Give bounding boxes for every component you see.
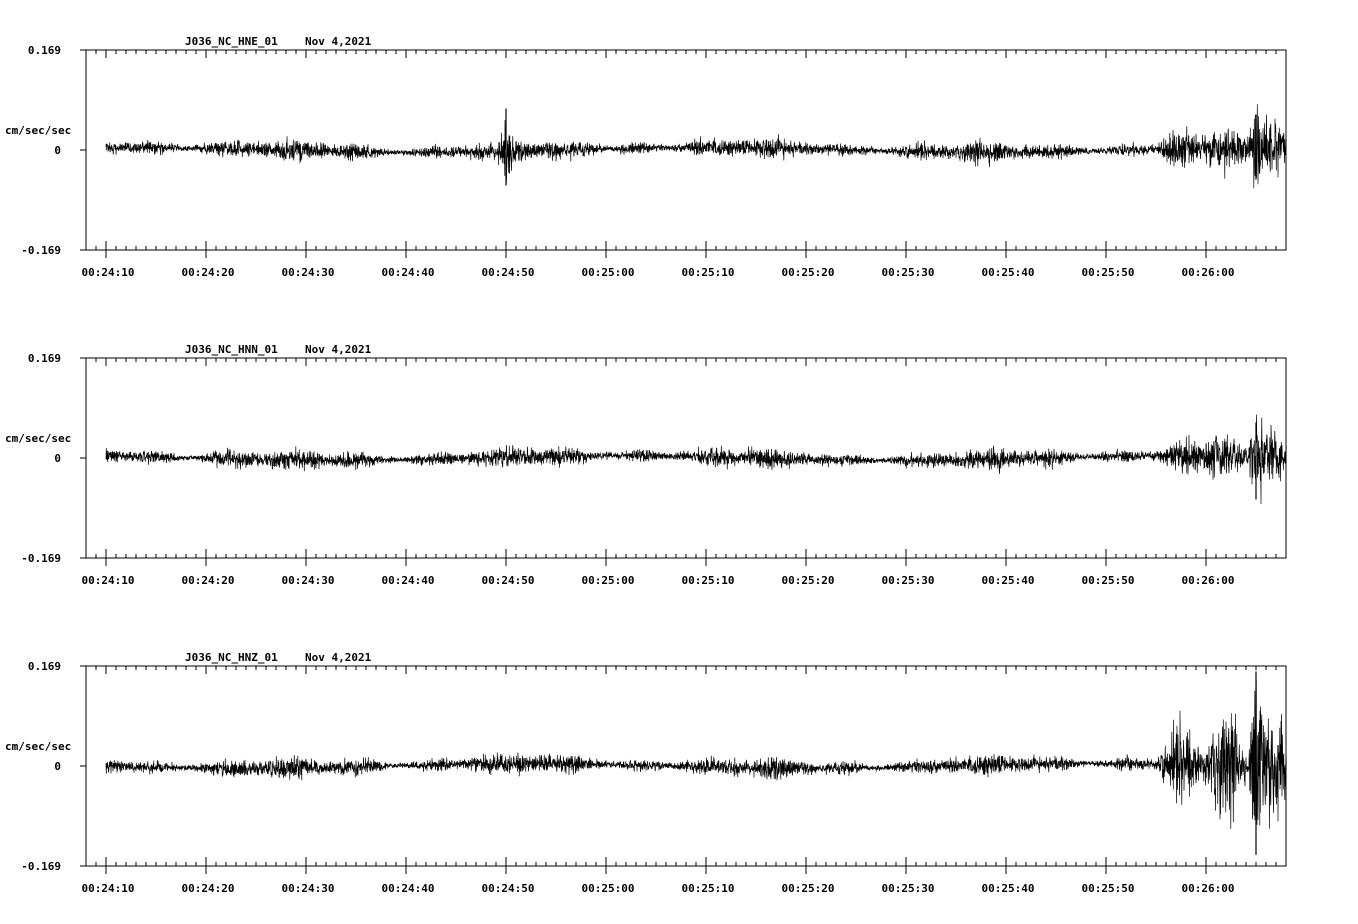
x-tick-label: 00:25:50 xyxy=(1082,882,1135,895)
y-tick-label: 0.169 xyxy=(28,352,61,365)
waveform-trace xyxy=(105,414,1287,504)
x-tick-label: 00:26:00 xyxy=(1182,266,1235,279)
x-tick-label: 00:24:20 xyxy=(182,574,235,587)
x-tick-label: 00:24:40 xyxy=(382,266,435,279)
x-tick-label: 00:24:40 xyxy=(382,574,435,587)
x-tick-label: 00:24:10 xyxy=(82,266,135,279)
panel-title: J036_NC_HNN_01 xyxy=(185,343,278,356)
x-tick-label: 00:24:30 xyxy=(282,882,335,895)
y-tick-label: 0 xyxy=(54,144,61,157)
x-tick-label: 00:25:00 xyxy=(582,882,635,895)
y-tick-label: 0 xyxy=(54,760,61,773)
x-tick-label: 00:24:20 xyxy=(182,882,235,895)
x-tick-label: 00:24:30 xyxy=(282,266,335,279)
waveform-trace xyxy=(105,104,1287,189)
x-tick-label: 00:24:10 xyxy=(82,882,135,895)
x-tick-label: 00:26:00 xyxy=(1182,882,1235,895)
x-tick-label: 00:25:00 xyxy=(582,266,635,279)
y-tick-label: -0.169 xyxy=(21,244,61,257)
x-tick-label: 00:25:20 xyxy=(782,882,835,895)
x-tick-label: 00:24:10 xyxy=(82,574,135,587)
x-tick-label: 00:25:30 xyxy=(882,266,935,279)
x-tick-label: 00:24:40 xyxy=(382,882,435,895)
panel-date: Nov 4,2021 xyxy=(305,651,372,664)
x-tick-label: 00:25:40 xyxy=(982,266,1035,279)
x-tick-label: 00:25:20 xyxy=(782,266,835,279)
y-tick-label: 0.169 xyxy=(28,44,61,57)
panel-title: J036_NC_HNZ_01 xyxy=(185,651,278,664)
x-tick-label: 00:24:30 xyxy=(282,574,335,587)
x-tick-label: 00:25:40 xyxy=(982,882,1035,895)
x-tick-label: 00:25:10 xyxy=(682,266,735,279)
panel-title: J036_NC_HNE_01 xyxy=(185,35,278,48)
x-tick-label: 00:26:00 xyxy=(1182,574,1235,587)
x-tick-label: 00:25:10 xyxy=(682,574,735,587)
x-tick-label: 00:24:50 xyxy=(482,266,535,279)
y-axis-label: cm/sec/sec xyxy=(5,124,71,137)
x-tick-label: 00:25:20 xyxy=(782,574,835,587)
seismogram-panel-1: J036_NC_HNE_01 Nov 4,2021 0.169 0 -0.169 cm/s… xyxy=(5,35,1287,279)
x-tick-label: 00:25:00 xyxy=(582,574,635,587)
waveform-trace xyxy=(105,680,1287,829)
x-tick-label: 00:25:30 xyxy=(882,574,935,587)
x-tick-label: 00:25:30 xyxy=(882,882,935,895)
x-tick-label: 00:24:50 xyxy=(482,882,535,895)
y-tick-label: 0 xyxy=(54,452,61,465)
x-tick-label: 00:25:50 xyxy=(1082,574,1135,587)
x-tick-label: 00:25:10 xyxy=(682,882,735,895)
x-tick-label: 00:25:40 xyxy=(982,574,1035,587)
x-tick-label: 00:24:50 xyxy=(482,574,535,587)
panel-date: Nov 4,2021 xyxy=(305,35,372,48)
y-tick-label: -0.169 xyxy=(21,860,61,873)
seismogram-figure: J036_NC_HNE_01 Nov 4,2021 0.169 0 -0.169 cm/s… xyxy=(5,35,1287,895)
panel-date: Nov 4,2021 xyxy=(305,343,372,356)
seismogram-panel-2: J036_NC_HNN_01 Nov 4,2021 0.169 0 -0.169 cm/s… xyxy=(5,343,1287,587)
x-tick-label: 00:24:20 xyxy=(182,266,235,279)
x-tick-label: 00:25:50 xyxy=(1082,266,1135,279)
y-axis-label: cm/sec/sec xyxy=(5,740,71,753)
y-axis-label: cm/sec/sec xyxy=(5,432,71,445)
y-tick-label: -0.169 xyxy=(21,552,61,565)
seismogram-panel-3: J036_NC_HNZ_01 Nov 4,2021 0.169 0 -0.169 cm/s… xyxy=(5,651,1287,895)
y-tick-label: 0.169 xyxy=(28,660,61,673)
